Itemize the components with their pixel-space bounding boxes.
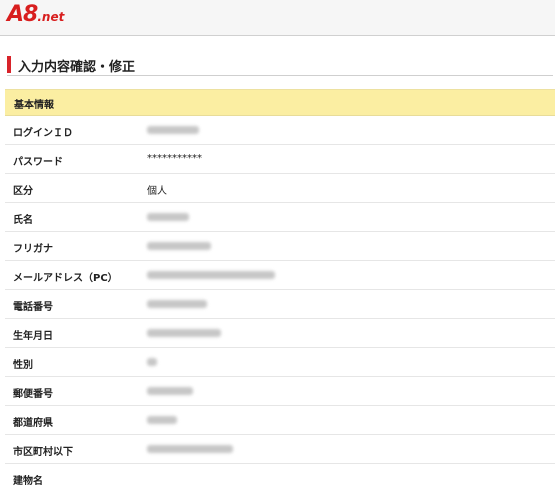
row-label: フリガナ <box>13 244 53 255</box>
logo-main: A8 <box>7 2 38 27</box>
row-label: 建物名 <box>13 476 43 487</box>
masked-value <box>147 329 221 337</box>
row-label: 都道府県 <box>13 418 53 429</box>
page-title: 入力内容確認・修正 <box>18 60 136 75</box>
site-header: A8.net <box>0 0 555 36</box>
title-accent-bar <box>7 56 11 73</box>
masked-value <box>147 213 189 221</box>
row-furigana: フリガナ <box>5 232 555 261</box>
row-label: 郵便番号 <box>13 389 53 400</box>
a8net-logo[interactable]: A8.net <box>7 4 64 26</box>
row-label: 性別 <box>13 360 33 371</box>
masked-value <box>147 445 233 453</box>
row-building: 建物名 <box>5 464 555 493</box>
row-city: 市区町村以下 <box>5 435 555 464</box>
row-name: 氏名 <box>5 203 555 232</box>
row-phone: 電話番号 <box>5 290 555 319</box>
masked-value <box>147 358 157 366</box>
section-header-basic-info: 基本情報 <box>5 89 555 116</box>
row-label: ログインＩＤ <box>13 128 73 139</box>
row-label: 電話番号 <box>13 302 53 313</box>
row-label: 生年月日 <box>13 331 53 342</box>
masked-value <box>147 271 275 279</box>
row-login-id: ログインＩＤ <box>5 116 555 145</box>
masked-value <box>147 242 211 250</box>
masked-value <box>147 387 193 395</box>
section-title: 基本情報 <box>14 100 54 111</box>
row-gender: 性別 <box>5 348 555 377</box>
row-label: パスワード <box>13 157 63 168</box>
row-birthdate: 生年月日 <box>5 319 555 348</box>
row-value: *********** <box>147 153 202 164</box>
info-table: ログインＩＤ パスワード *********** 区分 個人 氏名 フリガナ メ… <box>5 116 555 493</box>
masked-value <box>147 416 177 424</box>
row-password: パスワード *********** <box>5 145 555 174</box>
row-label: 氏名 <box>13 215 33 226</box>
masked-value <box>147 126 199 134</box>
masked-value <box>147 300 207 308</box>
row-label: 市区町村以下 <box>13 447 73 458</box>
page-title-block: 入力内容確認・修正 <box>7 54 553 76</box>
row-email: メールアドレス（PC） <box>5 261 555 290</box>
logo-suffix: .net <box>37 10 65 24</box>
row-value: 個人 <box>147 186 167 197</box>
row-label: メールアドレス（PC） <box>13 273 118 284</box>
row-postal-code: 郵便番号 <box>5 377 555 406</box>
row-type: 区分 個人 <box>5 174 555 203</box>
row-prefecture: 都道府県 <box>5 406 555 435</box>
row-label: 区分 <box>13 186 33 197</box>
